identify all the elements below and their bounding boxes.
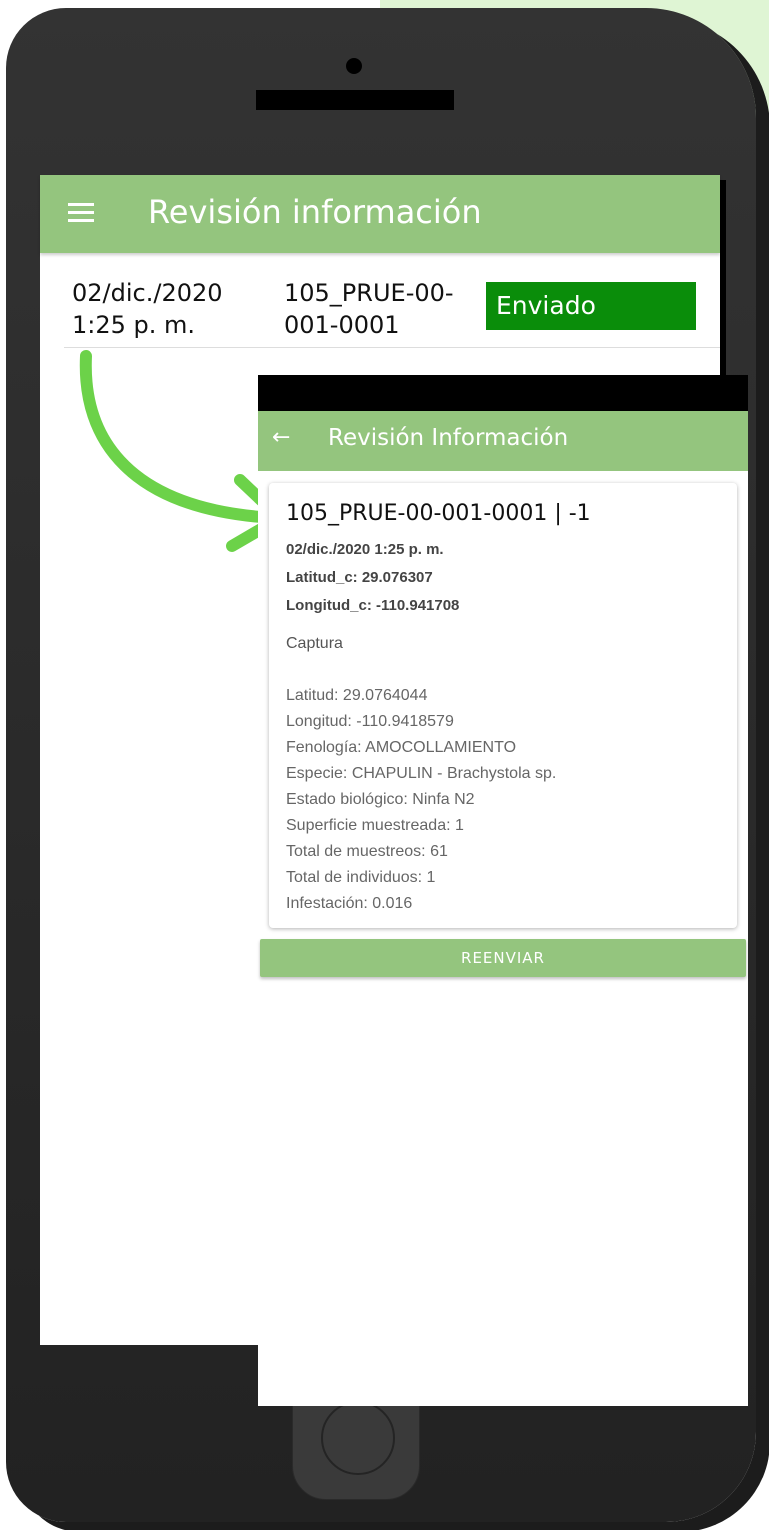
list-item[interactable]: 02/dic./2020 1:25 p. m. 105_PRUE-00- 001… (64, 275, 724, 348)
capture-details: Latitud: 29.0764044 Longitud: -110.94185… (286, 683, 556, 917)
detail-total-muestreos: Total de muestreos: 61 (286, 843, 448, 860)
detail-longitud: Longitud: -110.9418579 (286, 713, 454, 730)
record-date: 02/dic./2020 1:25 p. m. (286, 541, 444, 558)
list-item-code: 105_PRUE-00- 001-0001 (284, 277, 474, 341)
status-badge: Enviado (486, 282, 696, 330)
record-longitude-c: Longitud_c: -110.941708 (286, 597, 460, 614)
detail-screen: ← Revisión Información 105_PRUE-00-001-0… (258, 375, 748, 1406)
menu-icon[interactable] (68, 203, 94, 223)
detail-estado-biologico: Estado biológico: Ninfa N2 (286, 791, 475, 808)
speaker-bar (256, 90, 454, 110)
record-card: 105_PRUE-00-001-0001 | -1 02/dic./2020 1… (269, 483, 737, 928)
list-app-bar: Revisión información (40, 175, 720, 253)
detail-superficie: Superficie muestreada: 1 (286, 817, 464, 834)
list-item-date: 02/dic./2020 1:25 p. m. (72, 277, 252, 341)
detail-infestacion: Infestación: 0.016 (286, 895, 413, 912)
date-line: 02/dic./2020 (72, 279, 223, 307)
list-screen-title: Revisión información (148, 193, 482, 231)
record-latitude-c: Latitud_c: 29.076307 (286, 569, 433, 586)
resend-button[interactable]: REENVIAR (260, 939, 746, 977)
curved-arrow-icon (79, 350, 286, 552)
back-arrow-icon[interactable]: ← (272, 425, 290, 450)
home-button-ring (321, 1401, 395, 1475)
section-title-captura: Captura (286, 635, 343, 652)
detail-latitud: Latitud: 29.0764044 (286, 687, 428, 704)
code-line-1: 105_PRUE-00- (284, 279, 454, 307)
camera-dot (346, 58, 362, 74)
detail-screen-title: Revisión Información (328, 425, 569, 451)
detail-fenologia: Fenología: AMOCOLLAMIENTO (286, 739, 517, 756)
detail-total-individuos: Total de individuos: 1 (286, 869, 436, 886)
time-line: 1:25 p. m. (72, 311, 196, 339)
detail-especie: Especie: CHAPULIN - Brachystola sp. (286, 765, 557, 782)
detail-app-bar: ← Revisión Información (258, 411, 748, 471)
screen-edge (720, 180, 726, 380)
record-heading: 105_PRUE-00-001-0001 | -1 (286, 501, 591, 526)
status-bar (258, 375, 748, 411)
code-line-2: 001-0001 (284, 311, 400, 339)
